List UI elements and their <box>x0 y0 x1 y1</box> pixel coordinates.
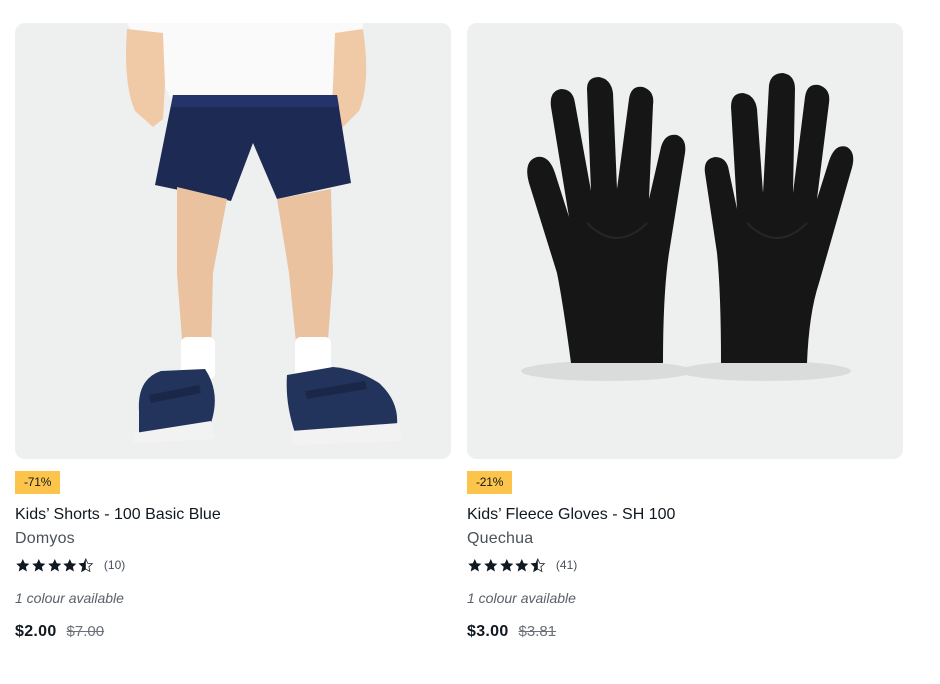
rating-count: (10) <box>103 558 126 572</box>
star-full-icon <box>47 558 61 571</box>
current-price: $3.00 <box>467 623 509 640</box>
gloves-photo <box>467 23 903 459</box>
original-price: $7.00 <box>66 623 105 640</box>
rating-stars <box>467 557 546 573</box>
price-block: $3.00 $3.81 <box>467 623 556 641</box>
rating-count: (41) <box>555 558 578 572</box>
discount-badge: -21% <box>467 471 513 494</box>
product-card[interactable]: -71% Kids’ Shorts - 100 Basic Blue Domyo… <box>15 23 451 663</box>
product-card[interactable]: -21% Kids’ Fleece Gloves - SH 100 Quechu… <box>467 23 903 663</box>
rating: (41) <box>467 556 577 574</box>
product-grid: -71% Kids’ Shorts - 100 Basic Blue Domyo… <box>0 0 940 684</box>
star-full-icon <box>16 558 30 571</box>
star-half-icon <box>530 557 546 572</box>
star-full-icon <box>63 558 77 571</box>
discount-badge: -71% <box>15 471 61 494</box>
colours-available: 1 colour available <box>15 590 124 606</box>
product-title[interactable]: Kids’ Shorts - 100 Basic Blue <box>15 505 221 525</box>
price-block: $2.00 $7.00 <box>15 623 104 641</box>
colours-available: 1 colour available <box>467 590 576 606</box>
star-half-icon <box>78 557 94 572</box>
star-full-icon <box>484 558 498 571</box>
original-price: $3.81 <box>518 623 557 640</box>
product-brand: Quechua <box>467 530 534 547</box>
star-full-icon <box>499 558 513 571</box>
current-price: $2.00 <box>15 623 57 640</box>
rating-stars <box>15 557 94 573</box>
product-image-shorts[interactable] <box>15 23 451 459</box>
product-brand: Domyos <box>15 530 75 547</box>
shorts-photo <box>15 23 451 459</box>
star-full-icon <box>32 558 46 571</box>
product-image-gloves[interactable] <box>467 23 903 459</box>
star-full-icon <box>515 558 529 571</box>
star-full-icon <box>468 558 482 571</box>
product-title[interactable]: Kids’ Fleece Gloves - SH 100 <box>467 505 675 525</box>
rating: (10) <box>15 556 125 574</box>
